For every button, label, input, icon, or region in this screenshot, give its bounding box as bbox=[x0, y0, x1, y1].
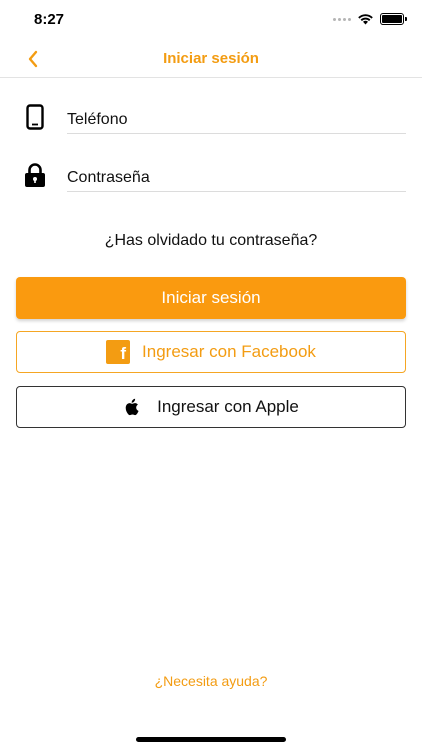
login-button-label: Iniciar sesión bbox=[161, 288, 261, 307]
login-button[interactable]: Iniciar sesión bbox=[16, 277, 406, 319]
phone-field bbox=[22, 100, 406, 140]
password-input[interactable] bbox=[67, 158, 406, 192]
facebook-login-button[interactable]: f Ingresar con Facebook bbox=[16, 331, 406, 373]
apple-icon bbox=[123, 398, 139, 416]
battery-icon bbox=[380, 13, 407, 25]
lock-icon bbox=[22, 162, 48, 188]
facebook-icon: f bbox=[106, 340, 131, 364]
status-bar: 8:27 bbox=[0, 0, 422, 40]
forgot-password-link[interactable]: ¿Has olvidado tu contraseña? bbox=[0, 232, 422, 250]
cellular-signal-icon bbox=[333, 17, 351, 21]
wifi-icon bbox=[358, 14, 373, 25]
status-time: 8:27 bbox=[34, 11, 65, 28]
help-link[interactable]: ¿Necesita ayuda? bbox=[0, 673, 422, 689]
status-icons bbox=[333, 13, 407, 25]
facebook-login-label: Ingresar con Facebook bbox=[142, 342, 316, 361]
navigation-bar: Iniciar sesión bbox=[0, 40, 422, 78]
page-title: Iniciar sesión bbox=[163, 50, 259, 67]
phone-input[interactable] bbox=[67, 100, 406, 134]
apple-login-label: Ingresar con Apple bbox=[157, 397, 299, 416]
password-field bbox=[22, 158, 406, 198]
apple-login-button[interactable]: Ingresar con Apple bbox=[16, 386, 406, 428]
phone-icon bbox=[22, 104, 48, 130]
home-indicator bbox=[136, 737, 286, 742]
